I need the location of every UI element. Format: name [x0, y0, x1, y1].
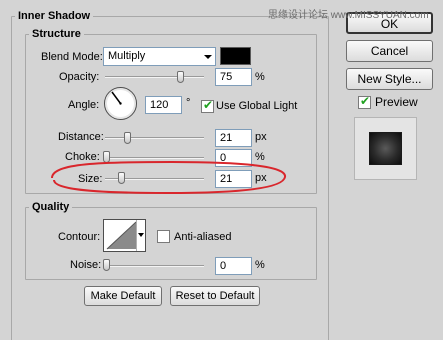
use-global-light-label: Use Global Light	[216, 100, 298, 112]
distance-label: Distance:	[58, 131, 104, 143]
checkmark-icon: ✔	[360, 94, 371, 108]
watermark-text: 思缘设计论坛 www.MISSYUAN.com	[268, 10, 429, 21]
chevron-down-icon	[204, 55, 212, 59]
preview-swatch	[369, 132, 402, 165]
opacity-input[interactable]: 75	[215, 68, 252, 86]
blend-mode-value: Multiply	[108, 50, 146, 62]
preview-frame	[354, 117, 417, 180]
opacity-slider-thumb[interactable]	[177, 71, 184, 83]
opacity-label: Opacity:	[59, 71, 100, 83]
contour-preview-icon	[106, 221, 137, 250]
noise-slider-track[interactable]	[105, 265, 204, 267]
structure-title: Structure	[29, 28, 84, 40]
opacity-unit: %	[255, 71, 265, 83]
blend-mode-select[interactable]: Multiply	[103, 47, 216, 66]
distance-slider-thumb[interactable]	[124, 132, 131, 144]
preview-label: Preview	[375, 95, 418, 109]
chevron-down-icon	[138, 233, 144, 237]
angle-unit: °	[186, 97, 191, 109]
noise-slider-thumb[interactable]	[103, 259, 110, 271]
angle-label: Angle:	[68, 99, 100, 111]
inner-shadow-title: Inner Shadow	[15, 10, 94, 22]
reset-to-default-button[interactable]: Reset to Default	[170, 286, 260, 306]
checkmark-icon: ✔	[203, 98, 214, 112]
blend-mode-label: Blend Mode:	[41, 51, 103, 63]
noise-label: Noise:	[70, 259, 102, 271]
size-highlight-ellipse	[51, 160, 286, 195]
cancel-button[interactable]: Cancel	[346, 40, 433, 62]
distance-unit: px	[255, 131, 267, 143]
noise-input[interactable]: 0	[215, 257, 252, 275]
angle-input[interactable]: 120	[145, 96, 182, 114]
contour-label: Contour:	[58, 231, 101, 243]
shadow-color-swatch[interactable]	[220, 47, 251, 65]
opacity-slider-track[interactable]	[105, 76, 204, 78]
make-default-button[interactable]: Make Default	[84, 286, 162, 306]
anti-aliased-checkbox[interactable]	[157, 230, 170, 243]
angle-dial-needle	[111, 91, 122, 105]
angle-dial[interactable]	[104, 87, 137, 120]
contour-dropdown-arrow[interactable]	[136, 220, 145, 251]
distance-slider-track[interactable]	[105, 137, 204, 139]
noise-unit: %	[255, 259, 265, 271]
use-global-light-checkbox[interactable]: ✔	[201, 98, 214, 113]
quality-title: Quality	[29, 201, 73, 213]
preview-checkbox[interactable]: ✔	[358, 94, 371, 109]
anti-aliased-label: Anti-aliased	[174, 231, 232, 243]
contour-picker[interactable]	[103, 219, 146, 252]
distance-input[interactable]: 21	[215, 129, 252, 147]
new-style-button[interactable]: New Style...	[346, 68, 433, 90]
